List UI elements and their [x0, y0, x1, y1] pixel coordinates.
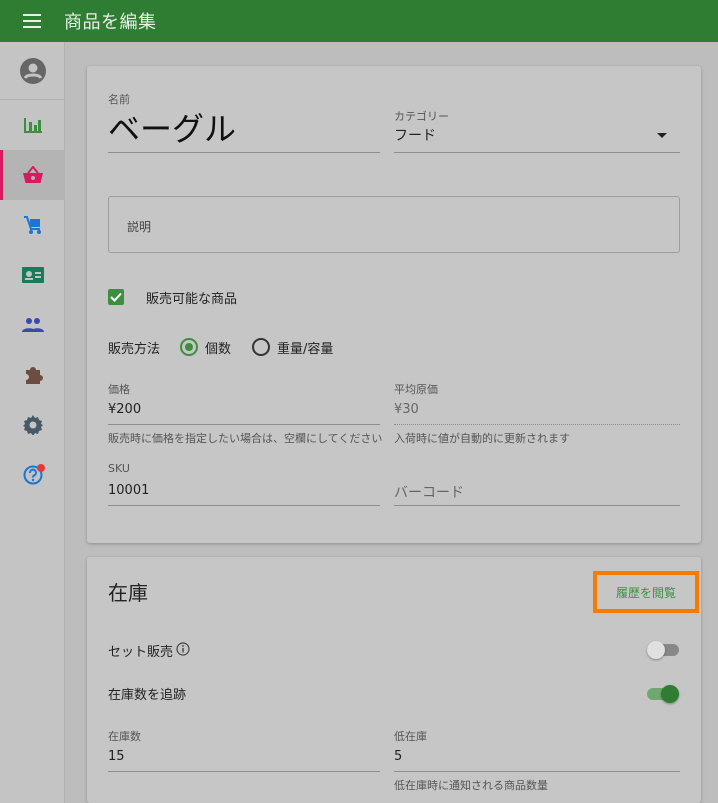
track-stock-label: 在庫数を追跡	[108, 688, 187, 703]
barcode-input[interactable]: バーコード	[394, 482, 464, 502]
cart-icon	[23, 216, 41, 234]
gear-icon	[22, 415, 43, 435]
people-icon	[21, 318, 44, 332]
sidebar-item-purchase[interactable]	[0, 200, 65, 250]
id-card-icon	[21, 267, 44, 283]
sidebar-item-integrations[interactable]	[0, 350, 65, 400]
low-stock-helper: 低在庫時に通知される商品数量	[394, 779, 548, 792]
composite-label: セット販売	[108, 645, 174, 660]
low-stock-input[interactable]: 5	[394, 749, 402, 764]
inventory-title: 在庫	[108, 581, 148, 605]
cost-helper: 入荷時に値が自動的に更新されます	[394, 432, 570, 445]
available-checkbox[interactable]	[108, 289, 124, 305]
basket-icon	[22, 166, 43, 183]
name-input[interactable]: ベーグル	[108, 104, 236, 150]
product-details-card: 名前 ベーグル カテゴリー フード 説明 販売可能な商品 販売方法 個数 重量/…	[87, 66, 701, 543]
page-title: 商品を編集	[64, 12, 157, 33]
price-label: 価格	[108, 383, 130, 396]
sku-label: SKU	[108, 462, 130, 475]
price-input[interactable]: ¥200	[108, 402, 141, 417]
puzzle-icon	[25, 367, 43, 384]
chart-icon	[23, 118, 42, 133]
radio-by-unit-label: 個数	[205, 342, 232, 357]
available-label: 販売可能な商品	[146, 292, 238, 307]
chevron-down-icon[interactable]	[657, 133, 667, 138]
sidebar-item-reports[interactable]	[0, 100, 65, 150]
description-placeholder: 説明	[127, 220, 152, 234]
stock-label: 在庫数	[108, 730, 141, 743]
sidebar-item-customers[interactable]	[0, 300, 65, 350]
description-field[interactable]: 説明	[108, 196, 680, 253]
sidebar-item-settings[interactable]	[0, 400, 65, 450]
low-stock-underline	[394, 771, 680, 772]
sidebar	[0, 42, 65, 803]
name-underline	[108, 152, 380, 153]
low-stock-label: 低在庫	[394, 730, 427, 743]
composite-toggle-thumb	[647, 641, 665, 659]
cost-label: 平均原価	[394, 383, 438, 396]
sidebar-item-help[interactable]	[0, 450, 65, 500]
sku-underline	[108, 505, 380, 506]
account-icon	[19, 57, 46, 84]
stock-underline	[108, 771, 380, 772]
cost-underline	[394, 424, 680, 425]
notification-badge	[37, 464, 45, 472]
price-helper: 販売時に価格を指定したい場合は、空欄にしてください	[108, 432, 383, 445]
sidebar-item-employees[interactable]	[0, 250, 65, 300]
radio-by-unit[interactable]	[180, 338, 198, 356]
menu-icon[interactable]	[0, 0, 64, 42]
app-bar: 商品を編集	[0, 0, 718, 42]
barcode-underline	[394, 505, 680, 506]
sale-method-label: 販売方法	[108, 342, 161, 357]
inventory-card: 在庫 履歴を閲覧 セット販売 在庫数を追跡 在庫数 15 低在庫 5 低在庫時に…	[87, 557, 701, 803]
category-select[interactable]: フード	[394, 125, 436, 145]
cost-value: ¥30	[394, 402, 419, 417]
sku-input[interactable]: 10001	[108, 483, 149, 498]
check-icon	[110, 292, 122, 302]
category-underline	[394, 152, 680, 153]
sidebar-item-account[interactable]	[0, 42, 65, 100]
sidebar-item-items[interactable]	[0, 150, 65, 200]
price-underline	[108, 424, 380, 425]
category-label: カテゴリー	[394, 110, 449, 123]
radio-by-weight[interactable]	[252, 338, 270, 356]
info-icon[interactable]	[176, 642, 190, 656]
stock-input[interactable]: 15	[108, 749, 125, 764]
view-history-button[interactable]: 履歴を閲覧	[593, 571, 699, 613]
track-stock-toggle-thumb	[661, 685, 679, 703]
radio-by-weight-label: 重量/容量	[277, 342, 334, 357]
